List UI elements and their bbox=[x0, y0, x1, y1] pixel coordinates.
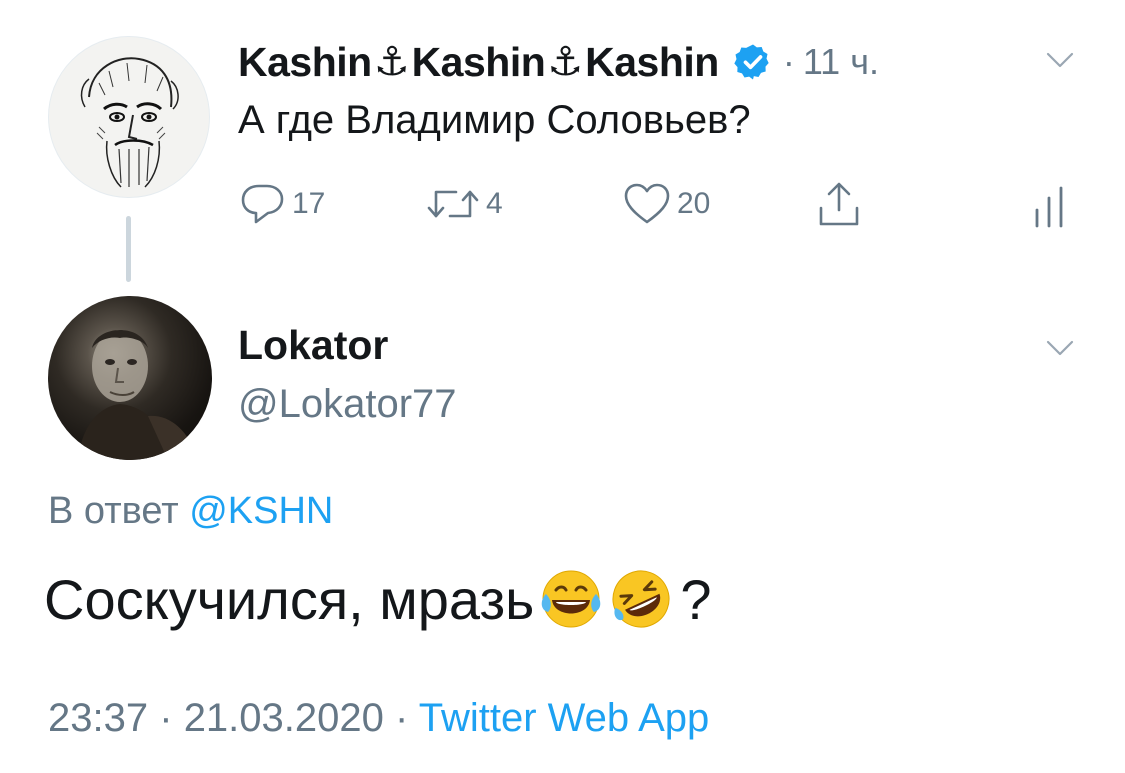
meta-separator: · bbox=[782, 41, 795, 82]
parent-display-name-part[interactable]: Kashin bbox=[238, 39, 372, 86]
reply-text-body: Соскучился, мразь bbox=[44, 567, 535, 631]
reply-count: 17 bbox=[292, 187, 326, 220]
analytics-button[interactable] bbox=[1032, 180, 1068, 232]
reply-meta-line: 23:37 · 21.03.2020 · Twitter Web App bbox=[48, 696, 709, 741]
reply-icon bbox=[241, 184, 284, 224]
anchor-icon: ⚓ bbox=[547, 40, 584, 84]
meta-separator: · bbox=[395, 696, 409, 740]
like-button[interactable]: 20 bbox=[623, 178, 710, 230]
reply-button[interactable]: 17 bbox=[240, 178, 325, 230]
replying-to-label: В ответ bbox=[48, 490, 179, 532]
meta-separator: · bbox=[159, 696, 173, 740]
retweet-button[interactable]: 4 bbox=[426, 178, 503, 230]
parent-avatar[interactable] bbox=[48, 36, 210, 198]
retweet-count: 4 bbox=[486, 187, 503, 220]
chevron-down-icon[interactable] bbox=[1045, 50, 1075, 70]
parent-display-name-part[interactable]: Kashin bbox=[412, 39, 546, 86]
reply-time[interactable]: 23:37 bbox=[48, 696, 148, 740]
heart-icon bbox=[624, 183, 670, 224]
parent-tweet-header: Kashin ⚓ Kashin ⚓ Kashin · 11 ч. bbox=[238, 34, 1088, 90]
anchor-icon: ⚓ bbox=[373, 40, 410, 84]
retweet-icon bbox=[427, 190, 479, 218]
reply-handle[interactable]: @Lokator77 bbox=[238, 382, 457, 427]
parent-display-name-part[interactable]: Kashin bbox=[585, 39, 719, 86]
verified-badge-icon bbox=[734, 44, 769, 80]
parent-tweet-text: А где Владимир Соловьев? bbox=[238, 98, 751, 142]
photo-portrait-image bbox=[78, 329, 198, 460]
face-with-tears-of-joy-icon bbox=[542, 570, 601, 628]
reply-display-name[interactable]: Lokator bbox=[238, 322, 388, 369]
share-icon bbox=[819, 182, 859, 226]
reply-avatar[interactable] bbox=[48, 296, 212, 460]
rolling-on-the-floor-laughing-icon bbox=[612, 570, 670, 628]
parent-time-ago[interactable]: 11 ч. bbox=[803, 41, 879, 83]
reply-date[interactable]: 21.03.2020 bbox=[184, 696, 384, 740]
replying-to-handle-link[interactable]: @KSHN bbox=[189, 490, 333, 532]
reply-text-suffix: ? bbox=[680, 567, 712, 631]
thread-connector-line bbox=[126, 216, 131, 282]
like-count: 20 bbox=[677, 187, 711, 220]
replying-to-line: В ответ @KSHN bbox=[48, 490, 333, 533]
reply-tweet-text: Соскучился, мразь ? bbox=[44, 566, 711, 632]
analytics-icon bbox=[1035, 186, 1063, 228]
reply-source-link[interactable]: Twitter Web App bbox=[419, 696, 710, 740]
sketch-portrait-image bbox=[80, 57, 179, 188]
share-button[interactable] bbox=[816, 178, 862, 230]
chevron-down-icon[interactable] bbox=[1045, 338, 1075, 358]
